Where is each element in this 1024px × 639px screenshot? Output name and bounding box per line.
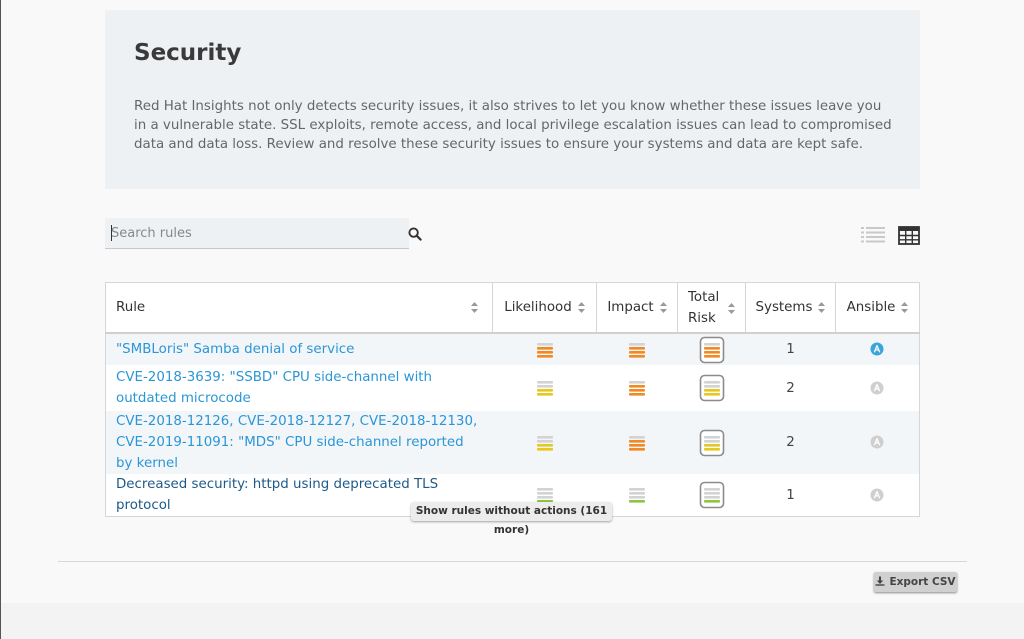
table-header-row: Rule Likelihood Impact Total Risk Systems… — [105, 282, 920, 334]
systems-count: 2 — [745, 411, 836, 474]
header-card: Security Red Hat Insights not only detec… — [105, 10, 920, 189]
likelihood-severity-icon — [536, 381, 554, 396]
rule-link[interactable]: "SMBLoris" Samba denial of service — [116, 342, 354, 357]
table-row[interactable]: CVE-2018-3639: "SSBD" CPU side-channel w… — [106, 365, 920, 411]
ansible-icon — [870, 435, 884, 450]
sort-icon[interactable] — [471, 302, 478, 313]
sort-icon[interactable] — [577, 302, 585, 313]
systems-count: 1 — [745, 333, 836, 365]
list-view-icon[interactable] — [861, 226, 885, 244]
impact-severity-icon — [628, 488, 646, 503]
likelihood-severity-icon — [536, 488, 554, 503]
sort-icon[interactable] — [901, 302, 909, 313]
column-label: Total Risk — [688, 287, 719, 329]
likelihood-severity-icon — [536, 342, 554, 358]
column-label-line1: Total — [688, 289, 720, 305]
sort-icon[interactable] — [728, 303, 735, 314]
column-header-systems[interactable]: Systems — [745, 282, 836, 334]
column-label: Likelihood — [504, 300, 572, 315]
column-header-total-risk[interactable]: Total Risk — [677, 282, 746, 334]
column-label: Ansible — [846, 300, 896, 315]
rule-link[interactable]: Decreased security: httpd using deprecat… — [116, 477, 438, 513]
impact-severity-icon — [628, 342, 646, 358]
column-label: Systems — [755, 300, 813, 315]
column-label-line2: Risk — [688, 310, 716, 326]
export-csv-label: Export CSV — [889, 576, 956, 588]
column-header-likelihood[interactable]: Likelihood — [492, 282, 597, 334]
systems-count: 2 — [786, 380, 795, 396]
column-label: Impact — [607, 300, 654, 315]
impact-severity-icon — [628, 435, 646, 451]
sort-icon[interactable] — [659, 302, 667, 313]
column-header-rule[interactable]: Rule — [105, 282, 493, 334]
sort-icon[interactable] — [818, 302, 826, 313]
impact-severity-icon — [628, 381, 646, 396]
rules-table: Rule Likelihood Impact Total Risk Systems… — [105, 282, 920, 517]
search-input[interactable] — [105, 218, 401, 248]
page-description: Red Hat Insights not only detects securi… — [134, 99, 892, 152]
ansible-icon — [870, 488, 884, 503]
ansible-icon — [870, 342, 884, 357]
table-view-icon[interactable] — [898, 226, 920, 245]
column-header-ansible[interactable]: Ansible — [835, 282, 920, 334]
page-bottom — [1, 603, 1024, 639]
table-row[interactable]: CVE-2018-12126, CVE-2018-12127, CVE-2018… — [105, 411, 920, 474]
column-header-impact[interactable]: Impact — [596, 282, 678, 334]
export-csv-button[interactable]: Export CSV — [874, 572, 957, 592]
text-cursor — [111, 225, 112, 241]
page-title: Security — [134, 40, 242, 66]
rule-link[interactable]: CVE-2018-12126, CVE-2018-12127, CVE-2018… — [116, 414, 477, 471]
likelihood-severity-icon — [536, 435, 554, 451]
total-risk-badge-icon — [699, 374, 725, 402]
ansible-icon — [870, 381, 884, 396]
search-icon[interactable] — [408, 226, 424, 242]
footer-area — [58, 562, 967, 602]
search-box — [105, 218, 409, 249]
table-row[interactable]: "SMBLoris" Samba denial of service 1 — [105, 333, 920, 365]
download-icon — [875, 576, 885, 586]
total-risk-badge-icon — [699, 429, 725, 456]
column-label: Rule — [116, 300, 146, 315]
systems-count: 1 — [786, 487, 795, 503]
total-risk-badge-icon — [699, 336, 725, 363]
rule-link[interactable]: CVE-2018-3639: "SSBD" CPU side-channel w… — [116, 370, 432, 406]
total-risk-badge-icon — [699, 481, 725, 509]
show-rules-without-actions-button[interactable]: Show rules without actions (161 more) — [411, 502, 612, 536]
